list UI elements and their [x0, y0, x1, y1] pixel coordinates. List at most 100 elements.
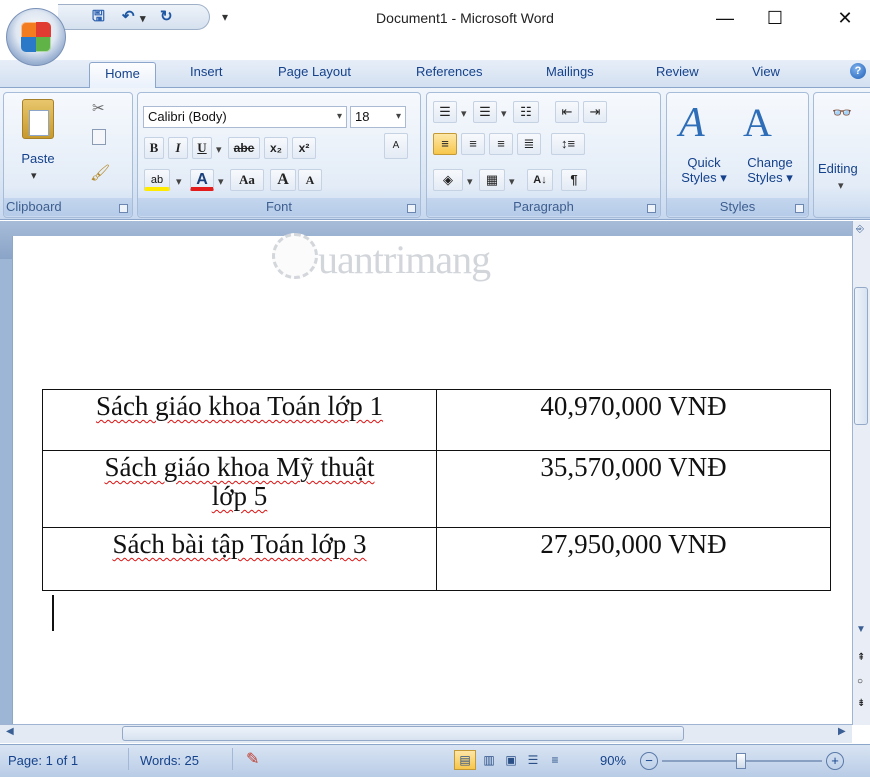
font-name-field[interactable]: Calibri (Body) ▾ [143, 106, 347, 128]
grow-font-button[interactable]: A [270, 169, 296, 191]
paste-icon[interactable] [22, 99, 54, 139]
font-launcher-icon[interactable] [407, 204, 416, 213]
cut-icon[interactable]: ✂ [92, 99, 105, 117]
tab-review[interactable]: Review [656, 64, 699, 79]
table-cell-price[interactable]: 27,950,000 VNĐ [436, 527, 831, 591]
table-cell-item[interactable]: Sách giáo khoa Mỹ thuật lớp 5 [42, 450, 437, 528]
numbering-icon[interactable]: ☰ [473, 101, 497, 123]
maximize-button[interactable]: ☐ [755, 6, 795, 30]
close-button[interactable]: ✕ [825, 6, 865, 30]
help-icon[interactable]: ? [850, 63, 866, 79]
strikethrough-button[interactable]: abe [228, 137, 260, 159]
shading-icon[interactable]: ◈ [433, 169, 463, 191]
font-size-field[interactable]: 18 ▾ [350, 106, 406, 128]
numbering-dropdown-icon[interactable]: ▾ [501, 107, 507, 120]
scroll-left-icon[interactable]: ◀ [6, 726, 14, 737]
office-button[interactable] [6, 8, 66, 66]
status-separator [232, 748, 233, 770]
decrease-indent-icon[interactable]: ⇤ [555, 101, 579, 123]
editing-button[interactable]: Editing [818, 161, 858, 176]
paste-button[interactable]: Paste [8, 151, 68, 166]
zoom-slider-thumb[interactable] [736, 753, 746, 769]
quick-styles-button[interactable]: Quick Styles ▾ [675, 155, 733, 185]
italic-button[interactable]: I [168, 137, 188, 159]
quick-styles-icon[interactable]: A [679, 99, 705, 147]
bullets-icon[interactable]: ☰ [433, 101, 457, 123]
bullets-dropdown-icon[interactable]: ▾ [461, 107, 467, 120]
editing-dropdown-icon[interactable]: ▾ [838, 179, 844, 192]
shrink-font-button[interactable]: A [298, 169, 322, 191]
tab-view[interactable]: View [752, 64, 780, 79]
next-page-icon[interactable]: ⇟ [857, 698, 865, 709]
format-painter-icon[interactable]: 🖌 [90, 163, 110, 183]
select-browse-object-icon[interactable]: ○ [857, 676, 863, 687]
table-cell-item[interactable]: Sách bài tập Toán lớp 3 [42, 527, 437, 591]
copy-icon[interactable] [92, 129, 106, 145]
vertical-scroll-thumb[interactable] [854, 287, 868, 425]
borders-icon[interactable]: ▦ [479, 169, 505, 191]
line-spacing-icon[interactable]: ↕≡ [551, 133, 585, 155]
outline-icon[interactable]: ☰ [522, 750, 544, 770]
tab-insert[interactable]: Insert [190, 64, 223, 79]
paste-dropdown-icon[interactable]: ▾ [31, 169, 37, 182]
word-count[interactable]: Words: 25 [140, 753, 199, 768]
change-styles-button[interactable]: Change Styles ▾ [739, 155, 801, 185]
clipboard-group: Paste ▾ ✂ 🖌 Clipboard [3, 92, 133, 218]
shading-dropdown-icon[interactable]: ▾ [467, 175, 473, 188]
change-case-button[interactable]: Aa [230, 169, 264, 191]
table-row: Sách giáo khoa Mỹ thuật lớp 5 35,570,000 … [42, 450, 831, 528]
document-table[interactable]: Sách giáo khoa Toán lớp 1 40,970,000 VNĐ… [42, 389, 831, 591]
increase-indent-icon[interactable]: ⇥ [583, 101, 607, 123]
bold-button[interactable]: B [144, 137, 164, 159]
office-logo-icon [21, 22, 51, 52]
sort-button[interactable]: A↓ [527, 169, 553, 191]
align-left-icon[interactable]: ≡ [433, 133, 457, 155]
change-styles-icon[interactable]: A [743, 99, 772, 146]
clipboard-launcher-icon[interactable] [119, 204, 128, 213]
draft-icon[interactable]: ≡ [544, 750, 566, 770]
ruler-toggle-icon[interactable]: ⎆ [856, 224, 864, 235]
styles-launcher-icon[interactable] [795, 204, 804, 213]
zoom-level[interactable]: 90% [600, 753, 626, 768]
table-cell-price[interactable]: 35,570,000 VNĐ [436, 450, 831, 528]
previous-page-icon[interactable]: ⇞ [857, 652, 865, 663]
align-center-icon[interactable]: ≡ [461, 133, 485, 155]
underline-dropdown-icon[interactable]: ▾ [216, 143, 222, 156]
justify-icon[interactable]: ≣ [517, 133, 541, 155]
show-hide-button[interactable]: ¶ [561, 169, 587, 191]
underline-button[interactable]: U [192, 137, 212, 159]
table-cell-item[interactable]: Sách giáo khoa Toán lớp 1 [42, 389, 437, 451]
minimize-button[interactable]: — [705, 6, 745, 30]
font-color-dropdown-icon[interactable]: ▾ [218, 175, 224, 188]
text-cursor [52, 595, 54, 631]
paragraph-launcher-icon[interactable] [647, 204, 656, 213]
multilevel-list-icon[interactable]: ☷ [513, 101, 539, 123]
align-right-icon[interactable]: ≡ [489, 133, 513, 155]
tab-home[interactable]: Home [89, 62, 156, 88]
proofing-icon[interactable]: ✎ [246, 749, 259, 769]
table-cell-price[interactable]: 40,970,000 VNĐ [436, 389, 831, 451]
binoculars-icon[interactable]: 👓 [832, 103, 852, 123]
zoom-out-icon[interactable]: − [640, 752, 658, 770]
superscript-button[interactable]: x² [292, 137, 316, 159]
scroll-down-icon[interactable]: ▼ [856, 624, 866, 635]
tab-references[interactable]: References [416, 64, 482, 79]
scroll-right-icon[interactable]: ▶ [838, 726, 846, 737]
tab-mailings[interactable]: Mailings [546, 64, 594, 79]
highlight-dropdown-icon[interactable]: ▾ [176, 175, 182, 188]
full-screen-reading-icon[interactable]: ▥ [478, 750, 500, 770]
watermark-text: uantrimang [318, 237, 491, 282]
page-count[interactable]: Page: 1 of 1 [8, 753, 78, 768]
subscript-button[interactable]: x₂ [264, 137, 288, 159]
web-layout-icon[interactable]: ▣ [500, 750, 522, 770]
tab-page-layout[interactable]: Page Layout [278, 64, 351, 79]
print-layout-icon[interactable]: ▤ [454, 750, 476, 770]
zoom-in-icon[interactable]: + [826, 752, 844, 770]
paragraph-label: Paragraph [427, 198, 660, 216]
styles-label: Styles [667, 198, 808, 216]
clear-formatting-icon[interactable]: A [384, 133, 408, 159]
font-color-button[interactable]: A [190, 169, 214, 191]
horizontal-scroll-thumb[interactable] [122, 726, 684, 741]
borders-dropdown-icon[interactable]: ▾ [509, 175, 515, 188]
highlight-button[interactable]: ab [144, 169, 170, 191]
